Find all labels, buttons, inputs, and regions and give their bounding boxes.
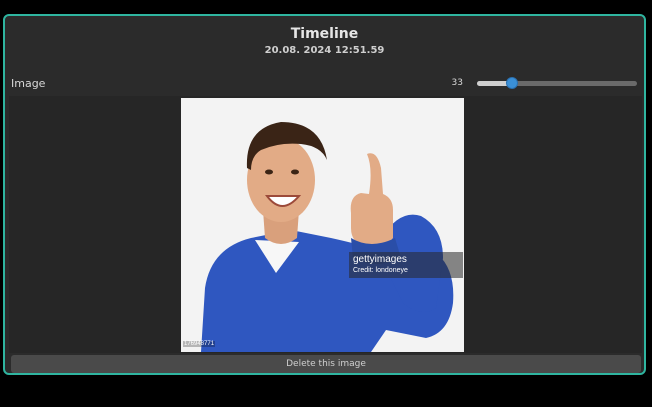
watermark: gettyimages Credit: londoneye (349, 252, 463, 278)
image-viewer: gettyimages Credit: londoneye 176948771 (9, 96, 642, 353)
slider-value: 33 (451, 78, 463, 88)
image-slider[interactable] (477, 77, 637, 89)
photo-id: 176948771 (183, 341, 216, 347)
delete-image-button[interactable]: Delete this image (11, 355, 641, 373)
image-label: Image (11, 77, 46, 90)
window-title: Timeline (290, 26, 359, 42)
timeline-window: Timeline 20.08. 2024 12:51.59 Image 33 g… (3, 14, 646, 375)
timestamp: 20.08. 2024 12:51.59 (264, 45, 385, 56)
photo-illustration (181, 98, 464, 352)
watermark-credit: Credit: londoneye (353, 267, 408, 274)
watermark-brand: gettyimages (353, 254, 407, 265)
slider-handle[interactable] (506, 77, 519, 89)
timeline-photo: gettyimages Credit: londoneye 176948771 (181, 98, 464, 352)
